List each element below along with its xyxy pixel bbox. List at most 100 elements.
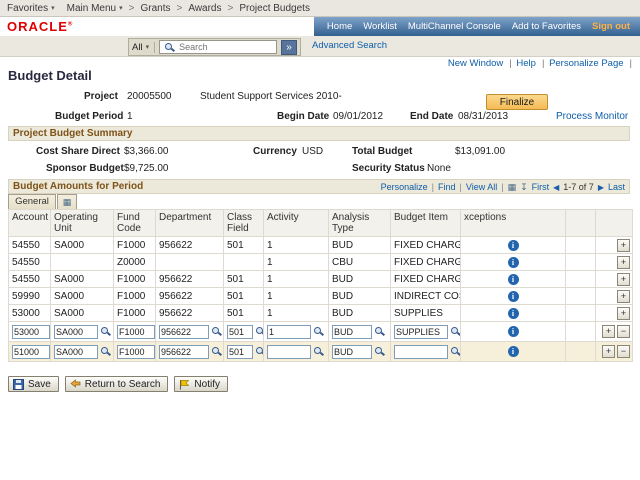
info-icon[interactable]: i (508, 240, 519, 251)
account-cell (9, 342, 51, 362)
info-icon[interactable]: i (508, 274, 519, 285)
lookup-icon[interactable] (100, 346, 111, 357)
lookup-icon[interactable] (100, 326, 111, 337)
info-icon[interactable]: i (508, 291, 519, 302)
info-icon[interactable]: i (508, 326, 519, 337)
lookup-icon[interactable] (450, 346, 461, 357)
operating-unit-input[interactable] (54, 325, 98, 339)
lookup-icon[interactable] (374, 346, 385, 357)
account-input[interactable] (12, 325, 50, 339)
search-scope-select[interactable]: All ▾ (132, 42, 155, 53)
sign-out-link[interactable]: Sign out (592, 21, 630, 32)
spacer-cell (566, 288, 596, 305)
budget-item-cell: FIXED CHARGES (391, 254, 461, 271)
previous-page-icon[interactable]: ◀ (553, 181, 559, 194)
department-input[interactable] (159, 325, 209, 339)
project-description: Student Support Services 2010- (200, 91, 342, 102)
lookup-icon[interactable] (255, 326, 264, 337)
add-row-button[interactable]: + (617, 256, 630, 269)
page-links: New Window Help Personalize Page (448, 58, 634, 69)
last-link[interactable]: Last (608, 181, 625, 194)
delete-row-button[interactable]: − (617, 325, 630, 338)
download-icon[interactable]: ↧ (520, 181, 528, 194)
help-link[interactable]: Help (516, 58, 546, 69)
budget-item-input[interactable] (394, 325, 448, 339)
finalize-button[interactable]: Finalize (486, 94, 548, 110)
save-button[interactable]: Save (8, 376, 59, 392)
budget-period-label: Budget Period (55, 111, 123, 122)
grid-icon[interactable]: ▦ (508, 181, 517, 194)
breadcrumb-awards[interactable]: Awards (188, 3, 221, 14)
class-field-input[interactable] (227, 345, 253, 359)
add-to-favorites-link[interactable]: Add to Favorites (512, 21, 581, 32)
fund-code-input[interactable] (117, 325, 155, 339)
lookup-icon[interactable] (313, 326, 324, 337)
return-to-search-label: Return to Search (85, 379, 161, 390)
operating-unit-cell (51, 322, 114, 342)
info-icon[interactable]: i (508, 257, 519, 268)
analysis-type-input[interactable] (332, 325, 372, 339)
account-cell: 54550 (9, 237, 51, 254)
find-link[interactable]: Find (438, 181, 462, 194)
breadcrumb-project-budgets[interactable]: Project Budgets (239, 3, 310, 14)
fund-code-input[interactable] (117, 345, 155, 359)
lookup-icon[interactable] (255, 346, 264, 357)
add-row-button[interactable]: + (617, 307, 630, 320)
search-input[interactable] (177, 41, 274, 53)
class-field-cell: 501 (224, 288, 264, 305)
col-analysis-type: Analysis Type (329, 210, 391, 237)
add-row-button[interactable]: + (602, 345, 615, 358)
currency-value: USD (302, 146, 323, 157)
lookup-icon[interactable] (211, 326, 222, 337)
advanced-search-link[interactable]: Advanced Search (312, 40, 387, 51)
breadcrumb-grants[interactable]: Grants (140, 3, 170, 14)
budget-item-input[interactable] (394, 345, 448, 359)
worklist-link[interactable]: Worklist (363, 21, 397, 32)
search-bar: All ▾ » Advanced Search (0, 36, 640, 57)
new-window-link[interactable]: New Window (448, 58, 514, 69)
favorites-menu[interactable]: Favorites ▾ (7, 3, 55, 14)
add-row-button[interactable]: + (617, 273, 630, 286)
delete-row-button[interactable]: − (617, 345, 630, 358)
end-date-value: 08/31/2013 (458, 111, 508, 122)
return-to-search-button[interactable]: Return to Search (65, 376, 169, 392)
add-row-button[interactable]: + (602, 325, 615, 338)
lookup-icon[interactable] (374, 326, 385, 337)
process-monitor-link[interactable]: Process Monitor (556, 111, 628, 122)
operating-unit-cell: SA000 (51, 237, 114, 254)
personalize-page-link[interactable]: Personalize Page (549, 58, 634, 69)
notify-button[interactable]: Notify (174, 376, 228, 392)
analysis-type-cell: BUD (329, 305, 391, 322)
class-field-input[interactable] (227, 325, 253, 339)
home-link[interactable]: Home (327, 21, 352, 32)
add-row-button[interactable]: + (617, 239, 630, 252)
table-row: 53000SA000F10009566225011BUDSUPPLIESi+ (9, 305, 633, 322)
table-row: 54550SA000F10009566225011BUDFIXED CHARGE… (9, 237, 633, 254)
search-go-button[interactable]: » (281, 40, 297, 55)
save-icon (13, 379, 24, 390)
multichannel-console-link[interactable]: MultiChannel Console (408, 21, 501, 32)
activity-input[interactable] (267, 345, 311, 359)
class-field-cell: 501 (224, 271, 264, 288)
analysis-type-input[interactable] (332, 345, 372, 359)
tab-general[interactable]: General (8, 194, 56, 209)
account-input[interactable] (12, 345, 50, 359)
col-department: Department (156, 210, 224, 237)
grid-section-header: Budget Amounts for Period Personalize Fi… (8, 179, 630, 194)
next-page-icon[interactable]: ▶ (598, 181, 604, 194)
activity-input[interactable] (267, 325, 311, 339)
info-icon[interactable]: i (508, 346, 519, 357)
main-menu[interactable]: Main Menu ▾ (67, 3, 123, 14)
lookup-icon[interactable] (313, 346, 324, 357)
first-link[interactable]: First (532, 181, 550, 194)
lookup-icon[interactable] (450, 326, 461, 337)
lookup-icon[interactable] (211, 346, 222, 357)
view-all-link[interactable]: View All (466, 181, 504, 194)
add-row-button[interactable]: + (617, 290, 630, 303)
info-icon[interactable]: i (508, 308, 519, 319)
personalize-link[interactable]: Personalize (381, 181, 434, 194)
spacer-cell (566, 305, 596, 322)
show-all-columns-tab[interactable]: ▦ (57, 194, 77, 209)
department-input[interactable] (159, 345, 209, 359)
operating-unit-input[interactable] (54, 345, 98, 359)
